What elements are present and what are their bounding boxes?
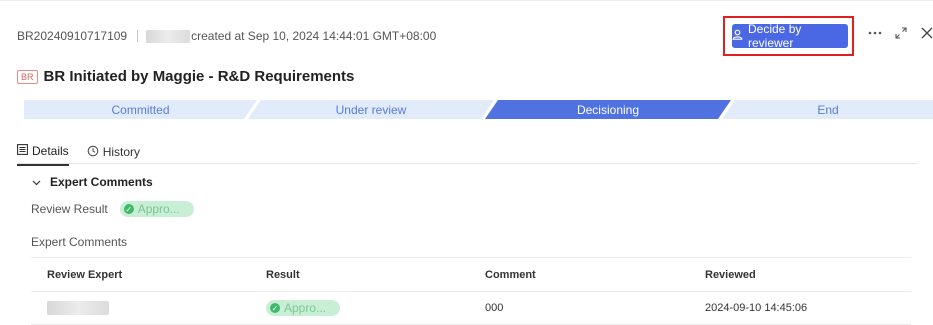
creator-name-redacted — [146, 29, 191, 43]
step-committed: Committed — [111, 102, 170, 117]
status-badge: ✓ Appro... — [266, 300, 341, 316]
review-result-row: Review Result ✓ Appro... — [31, 201, 194, 217]
cell-result: ✓ Appro... — [250, 291, 469, 325]
decide-by-reviewer-button[interactable]: Decide by reviewer — [732, 22, 848, 50]
step-decisioning: Decisioning — [576, 102, 640, 117]
status-badge-label: Appro... — [137, 202, 180, 216]
expand-icon[interactable] — [894, 26, 908, 40]
progress-steps: Committed Under review Decisioning End — [24, 100, 933, 119]
decide-button-label: Decide by reviewer — [748, 22, 802, 50]
expert-name-redacted — [47, 301, 109, 315]
cell-reviewed: 2024-09-10 14:45:06 — [689, 291, 911, 325]
review-result-label: Review Result — [31, 202, 108, 216]
check-icon: ✓ — [270, 303, 280, 313]
column-header-review-expert: Review Expert — [31, 257, 250, 292]
step-end: End — [817, 102, 839, 117]
tab-history-label: History — [102, 145, 141, 159]
type-tag: BR — [17, 69, 38, 84]
user-icon — [732, 29, 743, 43]
expert-comments-label: Expert Comments — [31, 235, 128, 249]
request-header: BR20240910717109 created at Sep 10, 2024… — [17, 29, 436, 43]
request-id: BR20240910717109 — [17, 29, 128, 43]
more-icon[interactable] — [868, 26, 882, 40]
expert-comments-table: Review Expert Result Comment Reviewed ✓ … — [31, 257, 911, 325]
chevron-down-icon — [32, 175, 41, 189]
details-icon — [17, 144, 28, 158]
header-separator — [137, 30, 139, 42]
check-icon: ✓ — [123, 204, 134, 214]
history-icon — [87, 145, 99, 160]
page-title: BR Initiated by Maggie - R&D Requirement… — [43, 68, 355, 85]
page-title-row: BR BR Initiated by Maggie - R&D Requirem… — [17, 68, 354, 85]
created-timestamp: created at Sep 10, 2024 14:44:01 GMT+08:… — [191, 29, 437, 43]
tab-divider — [17, 163, 917, 164]
status-badge: ✓ Appro... — [119, 201, 194, 217]
tab-details-label: Details — [32, 144, 69, 158]
step-under-review: Under review — [335, 102, 407, 117]
close-icon[interactable] — [920, 26, 933, 40]
expert-comments-section-toggle[interactable]: Expert Comments — [32, 175, 153, 189]
table-row: ✓ Appro... 000 2024-09-10 14:45:06 — [31, 291, 911, 325]
window-controls — [868, 26, 933, 40]
table-header-row: Review Expert Result Comment Reviewed — [31, 257, 911, 292]
section-title: Expert Comments — [50, 175, 153, 189]
status-badge-label: Appro... — [284, 301, 327, 315]
column-header-result: Result — [250, 257, 469, 292]
column-header-reviewed: Reviewed — [689, 257, 911, 292]
cell-comment: 000 — [469, 291, 689, 325]
top-divider — [0, 0, 933, 5]
cell-review-expert — [31, 291, 250, 325]
column-header-comment: Comment — [469, 257, 689, 292]
